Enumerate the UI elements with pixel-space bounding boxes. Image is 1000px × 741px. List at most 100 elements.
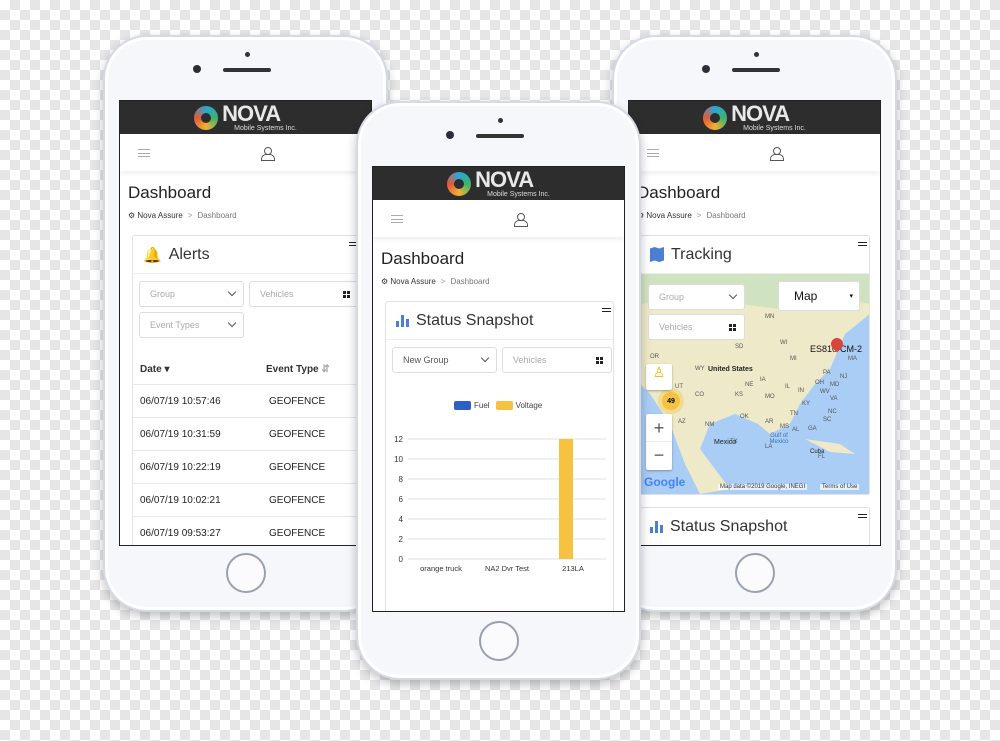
map-state-label: CO bbox=[695, 392, 704, 398]
user-icon[interactable] bbox=[770, 146, 784, 161]
breadcrumb-root[interactable]: Nova Assure bbox=[137, 211, 182, 220]
map-state-label: PA bbox=[823, 370, 831, 376]
breadcrumb-root[interactable]: Nova Assure bbox=[646, 211, 691, 220]
speaker bbox=[476, 134, 524, 138]
nova-logo-icon bbox=[447, 171, 472, 196]
map-state-label: IA bbox=[760, 377, 766, 383]
grid-icon bbox=[729, 324, 736, 331]
vehicles-select[interactable]: Vehicles bbox=[502, 347, 612, 373]
map-state-label: OR bbox=[650, 354, 659, 360]
bar-chart-icon bbox=[396, 314, 409, 327]
group-select[interactable]: New Group bbox=[392, 347, 497, 373]
breadcrumb-separator: > bbox=[440, 277, 446, 286]
map-state-label: NE bbox=[745, 382, 754, 388]
alert-event-type: GEOFENCE bbox=[269, 395, 326, 407]
map-state-label: UT bbox=[675, 384, 683, 390]
brand-tagline: Mobile Systems Inc. bbox=[743, 125, 806, 132]
bar-voltage[interactable] bbox=[559, 439, 573, 559]
alerts-card: 🔔 Alerts Group Vehicles Event Types Date … bbox=[132, 235, 362, 545]
x-tick-label: NA2 Dvr Test bbox=[485, 564, 530, 573]
group-select[interactable]: Group bbox=[139, 281, 244, 307]
map-state-label: IL bbox=[785, 384, 791, 390]
card-menu-icon[interactable] bbox=[858, 242, 867, 246]
map-state-label: MO bbox=[765, 394, 775, 400]
y-tick-label: 0 bbox=[399, 555, 404, 564]
breadcrumb: ⚙ Nova Assure > Dashboard bbox=[381, 277, 490, 286]
column-date[interactable]: Date ▾ bbox=[140, 364, 170, 375]
phone-right: NOVA Mobile Systems Inc. Dashboard ⚙ Nova… bbox=[612, 35, 897, 612]
legend-item-fuel[interactable]: Fuel bbox=[454, 401, 490, 411]
app-header: NOVA Mobile Systems Inc. bbox=[629, 101, 880, 134]
breadcrumb: ⚙ Nova Assure > Dashboard bbox=[128, 211, 237, 220]
alert-event-type: GEOFENCE bbox=[269, 428, 326, 440]
alert-event-type: GEOFENCE bbox=[269, 527, 326, 539]
sort-icon: ⇵ bbox=[321, 364, 330, 375]
map-label-us: United States bbox=[708, 366, 753, 373]
table-row[interactable]: 06/07/19 10:02:21 GEOFENCE bbox=[133, 483, 362, 516]
table-row[interactable]: 06/07/19 10:57:46 GEOFENCE bbox=[133, 384, 362, 417]
street-view-pegman-icon[interactable]: ♙ bbox=[646, 364, 672, 390]
column-event-type[interactable]: Event Type ⇵ bbox=[266, 364, 330, 375]
breadcrumb-separator: > bbox=[187, 211, 193, 220]
map-type-select[interactable]: Map ▾ bbox=[778, 281, 860, 311]
app-header: NOVA Mobile Systems Inc. bbox=[120, 101, 371, 134]
map-icon bbox=[650, 247, 664, 262]
terms-link[interactable]: Terms of Use bbox=[820, 484, 860, 490]
user-icon[interactable] bbox=[514, 212, 528, 227]
map-state-label: AZ bbox=[678, 419, 686, 425]
bar-chart-icon bbox=[650, 520, 663, 533]
map-state-label: MD bbox=[830, 382, 840, 388]
hamburger-menu-icon[interactable] bbox=[391, 214, 403, 223]
y-tick-label: 12 bbox=[394, 435, 403, 444]
vehicles-select[interactable]: Vehicles bbox=[249, 281, 359, 307]
table-row[interactable]: 06/07/19 10:31:59 GEOFENCE bbox=[133, 417, 362, 450]
camera bbox=[193, 65, 201, 73]
card-menu-icon[interactable] bbox=[602, 308, 611, 312]
hamburger-menu-icon[interactable] bbox=[138, 148, 150, 157]
x-tick-label: 213LA bbox=[562, 564, 584, 573]
map-state-label: NC bbox=[828, 409, 837, 415]
zoom-in-button[interactable]: + bbox=[646, 414, 672, 442]
page-title: Dashboard bbox=[128, 183, 212, 202]
home-button bbox=[735, 553, 775, 593]
legend-item-voltage[interactable]: Voltage bbox=[495, 401, 542, 411]
alert-event-type: GEOFENCE bbox=[269, 461, 326, 473]
card-title: Status Snapshot bbox=[670, 517, 788, 535]
map-state-label: MA bbox=[848, 356, 857, 362]
map-state-label: WY bbox=[695, 366, 705, 372]
x-tick-label: orange truck bbox=[420, 564, 462, 573]
map-state-label: KY bbox=[802, 401, 811, 407]
table-row[interactable]: 06/07/19 09:53:27 GEOFENCE bbox=[133, 516, 362, 545]
map-state-label: SD bbox=[735, 344, 744, 350]
map-state-label: KS bbox=[735, 392, 744, 398]
breadcrumb: ⚙ Nova Assure > Dashboard bbox=[637, 211, 746, 220]
map[interactable]: OR WY SD MN WI MI NE IA UT CO KS MO IL IN OH PA AZ NM OK AR… bbox=[640, 274, 869, 494]
event-types-select[interactable]: Event Types bbox=[139, 312, 244, 338]
breadcrumb-root[interactable]: Nova Assure bbox=[390, 277, 435, 286]
table-row[interactable]: 06/07/19 10:22:19 GEOFENCE bbox=[133, 450, 362, 483]
brand-tagline: Mobile Systems Inc. bbox=[487, 191, 550, 198]
alert-event-type: GEOFENCE bbox=[269, 494, 326, 506]
vehicles-select[interactable]: Vehicles bbox=[648, 314, 745, 340]
screen: NOVA Mobile Systems Inc. Dashboard ⚙ Nova… bbox=[119, 100, 372, 546]
alert-date: 06/07/19 09:53:27 bbox=[140, 527, 221, 539]
google-logo: Google bbox=[644, 475, 686, 489]
group-select[interactable]: Group bbox=[648, 284, 745, 310]
nav-bar bbox=[120, 134, 371, 171]
cluster-marker[interactable]: 49 bbox=[662, 392, 680, 410]
y-tick-label: 10 bbox=[394, 455, 403, 464]
zoom-out-button[interactable]: − bbox=[646, 442, 672, 470]
map-state-label: MS bbox=[780, 424, 789, 430]
phone-center: NOVA Mobile Systems Inc. Dashboard ⚙ Nova… bbox=[356, 101, 641, 680]
user-icon[interactable] bbox=[261, 146, 275, 161]
screen: NOVA Mobile Systems Inc. Dashboard ⚙ Nova… bbox=[628, 100, 881, 546]
brand-name: NOVA bbox=[475, 167, 534, 192]
card-menu-icon[interactable] bbox=[858, 514, 867, 518]
brand-tagline: Mobile Systems Inc. bbox=[234, 125, 297, 132]
map-state-label: OH bbox=[815, 380, 824, 386]
hamburger-menu-icon[interactable] bbox=[647, 148, 659, 157]
chevron-down-icon bbox=[227, 318, 237, 328]
map-state-label: AR bbox=[765, 419, 774, 425]
sensor bbox=[498, 118, 503, 123]
breadcrumb-current: Dashboard bbox=[706, 211, 746, 220]
